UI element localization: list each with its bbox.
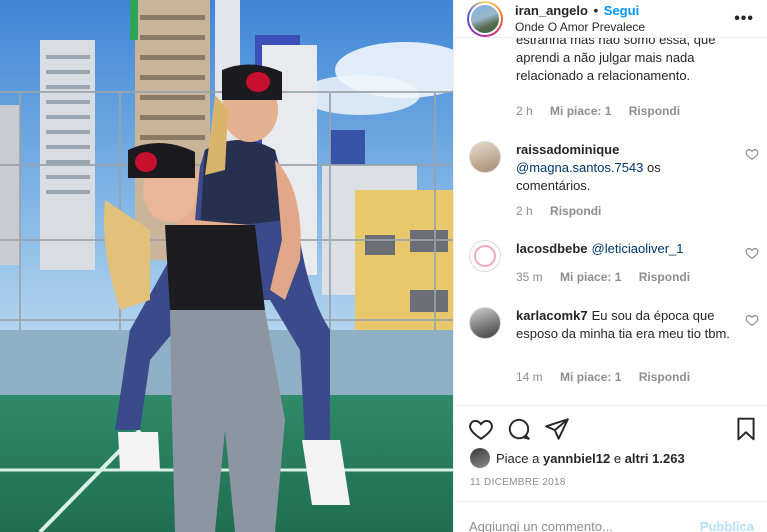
comments-list[interactable]: estranha mas não somo essa, que aprendi … (454, 38, 767, 405)
comment-mention[interactable]: @leticiaoliver_1 (592, 241, 684, 256)
likes-others[interactable]: altri 1.263 (625, 451, 685, 466)
header-separator: • (593, 2, 599, 18)
reply-button[interactable]: Rispondi (639, 370, 690, 384)
comment-time[interactable]: 35 m (516, 270, 543, 284)
cut-comment-text: estranha mas não somo essa, que aprendi … (516, 38, 756, 85)
heart-icon[interactable] (745, 246, 759, 260)
publish-button[interactable]: Pubblica (700, 519, 754, 532)
likes-middle: e (613, 450, 622, 466)
comment-time[interactable]: 14 m (516, 370, 543, 384)
comment-mention[interactable]: @magna.santos.7543 (516, 160, 643, 175)
comment-likes[interactable]: Mi piace: 1 (560, 370, 621, 384)
author-username[interactable]: iran_angelo (515, 3, 588, 18)
post-header: iran_angelo • Segui Onde O Amor Prevalec… (454, 0, 767, 38)
likes-prefix: Piace a (496, 450, 540, 466)
commenter-avatar[interactable] (469, 141, 501, 173)
heart-icon[interactable] (745, 313, 759, 327)
comment-username[interactable]: lacosdbebe (516, 241, 588, 256)
comment-time[interactable]: 2 h (516, 104, 533, 118)
reply-button[interactable]: Rispondi (639, 270, 690, 284)
heart-icon[interactable] (745, 147, 759, 161)
commenter-avatar[interactable] (469, 240, 501, 272)
action-bar (454, 405, 767, 447)
commenter-avatar[interactable] (469, 307, 501, 339)
liker-username[interactable]: yannbiel12 (543, 451, 610, 466)
comment-icon[interactable] (506, 416, 532, 442)
comment-text: lacosdbebe @leticiaoliver_1 (516, 240, 731, 258)
liker-avatar (470, 448, 490, 468)
comment-likes[interactable]: Mi piace: 1 (550, 104, 611, 118)
location-link[interactable]: Onde O Amor Prevalece (515, 19, 645, 35)
cut-comment-body: aprendi a não julgar mais nada relaciona… (516, 50, 695, 83)
add-comment-bar: Aggiungi un commento... Pubblica (454, 501, 767, 532)
comment-text: raissadominique @magna.santos.7543 os co… (516, 141, 731, 195)
more-horizontal-icon[interactable]: ••• (734, 10, 754, 28)
reply-button[interactable]: Rispondi (629, 104, 680, 118)
comment-time[interactable]: 2 h (516, 204, 533, 218)
post-panel: iran_angelo • Segui Onde O Amor Prevalec… (453, 0, 767, 532)
comment-username[interactable]: karlacomk7 (516, 308, 588, 323)
comment-text: karlacomk7 Eu sou da época que esposo da … (516, 307, 731, 343)
comment-username[interactable]: raissadominique (516, 142, 619, 157)
heart-icon[interactable] (468, 416, 494, 442)
likes-summary[interactable]: Piace a yannbiel12 e altri 1.263 (470, 448, 685, 468)
follow-button[interactable]: Segui (604, 3, 639, 18)
cut-comment-partial: estranha mas não somo essa, que (516, 38, 716, 47)
reply-button[interactable]: Rispondi (550, 204, 601, 218)
author-avatar[interactable] (467, 0, 503, 37)
bookmark-icon[interactable] (733, 416, 759, 442)
comment-item: karlacomk7 Eu sou da época que esposo da … (469, 307, 759, 377)
author-info: iran_angelo • Segui Onde O Amor Prevalec… (515, 3, 645, 35)
comment-input[interactable]: Aggiungi un commento... (469, 519, 613, 532)
comment-meta: 35 m Mi piace: 1 Rispondi (516, 270, 704, 284)
post-photo[interactable] (0, 0, 453, 532)
cut-comment-meta: 2 h Mi piace: 1 Rispondi (516, 104, 694, 118)
comment-likes[interactable]: Mi piace: 1 (560, 270, 621, 284)
post-image (0, 0, 453, 532)
comment-meta: 14 m Mi piace: 1 Rispondi (516, 370, 704, 384)
share-icon[interactable] (544, 416, 570, 442)
post-date[interactable]: 11 DICEMBRE 2018 (470, 477, 566, 488)
comment-meta: 2 h Rispondi (516, 204, 615, 218)
